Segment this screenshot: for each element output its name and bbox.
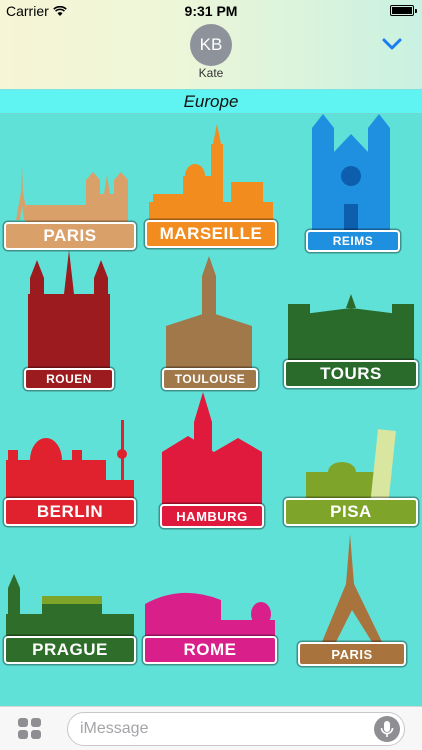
avatar[interactable]: KB bbox=[190, 24, 232, 66]
sticker-label: ROUEN bbox=[24, 368, 114, 390]
battery-icon bbox=[390, 5, 417, 16]
sticker-label: BERLIN bbox=[4, 498, 136, 526]
sticker-prague[interactable]: PRAGUE bbox=[2, 574, 138, 666]
sticker-label: ROME bbox=[143, 636, 277, 664]
sticker-label: HAMBURG bbox=[160, 504, 264, 528]
sticker-paris[interactable]: PARIS bbox=[2, 150, 138, 250]
sticker-hamburg[interactable]: HAMBURG bbox=[158, 392, 266, 528]
sticker-label: REIMS bbox=[306, 230, 400, 252]
status-bar: Carrier 9:31 PM bbox=[0, 0, 422, 22]
sticker-berlin[interactable]: BERLIN bbox=[2, 420, 138, 528]
microphone-icon[interactable] bbox=[374, 716, 400, 742]
chevron-down-icon[interactable] bbox=[382, 38, 402, 50]
sticker-reims[interactable]: REIMS bbox=[302, 114, 402, 252]
marseille-skyline-icon bbox=[149, 124, 273, 224]
contact-name[interactable]: Kate bbox=[0, 66, 422, 80]
sticker-pisa[interactable]: PISA bbox=[282, 428, 420, 528]
reims-cathedral-icon bbox=[312, 114, 390, 232]
prague-skyline-icon bbox=[6, 574, 134, 640]
messages-header: Carrier 9:31 PM KB Kate bbox=[0, 0, 422, 89]
imessage-input[interactable]: iMessage bbox=[67, 712, 405, 746]
sticker-label: PISA bbox=[284, 498, 418, 526]
sticker-label: PARIS bbox=[298, 642, 406, 666]
rome-colosseum-icon bbox=[145, 592, 275, 640]
sticker-label: PARIS bbox=[4, 222, 136, 250]
clock: 9:31 PM bbox=[184, 3, 238, 19]
sticker-label: TOURS bbox=[284, 360, 418, 388]
pisa-skyline-icon bbox=[306, 429, 396, 502]
sticker-marseille[interactable]: MARSEILLE bbox=[143, 124, 279, 250]
toulouse-skyline-icon bbox=[166, 256, 252, 370]
sticker-label: MARSEILLE bbox=[145, 220, 277, 248]
sticker-paris-eiffel[interactable]: PARIS bbox=[296, 534, 408, 668]
imessage-placeholder: iMessage bbox=[80, 720, 149, 737]
sticker-toulouse[interactable]: TOULOUSE bbox=[158, 256, 260, 390]
hamburg-skyline-icon bbox=[162, 392, 262, 508]
eiffel-tower-icon bbox=[322, 534, 382, 642]
sticker-rome[interactable]: ROME bbox=[141, 584, 279, 666]
berlin-skyline-icon bbox=[6, 420, 134, 502]
tours-skyline-icon bbox=[288, 294, 414, 364]
sticker-label: TOULOUSE bbox=[162, 368, 258, 390]
paris-skyline-icon bbox=[16, 165, 128, 223]
rouen-cathedral-icon bbox=[28, 250, 110, 370]
section-title: Europe bbox=[0, 89, 422, 114]
app-drawer-icon[interactable] bbox=[18, 718, 42, 740]
sticker-label: PRAGUE bbox=[4, 636, 136, 664]
sticker-tours[interactable]: TOURS bbox=[282, 294, 420, 390]
message-composer: iMessage bbox=[0, 706, 422, 750]
sticker-rouen[interactable]: ROUEN bbox=[22, 250, 116, 390]
